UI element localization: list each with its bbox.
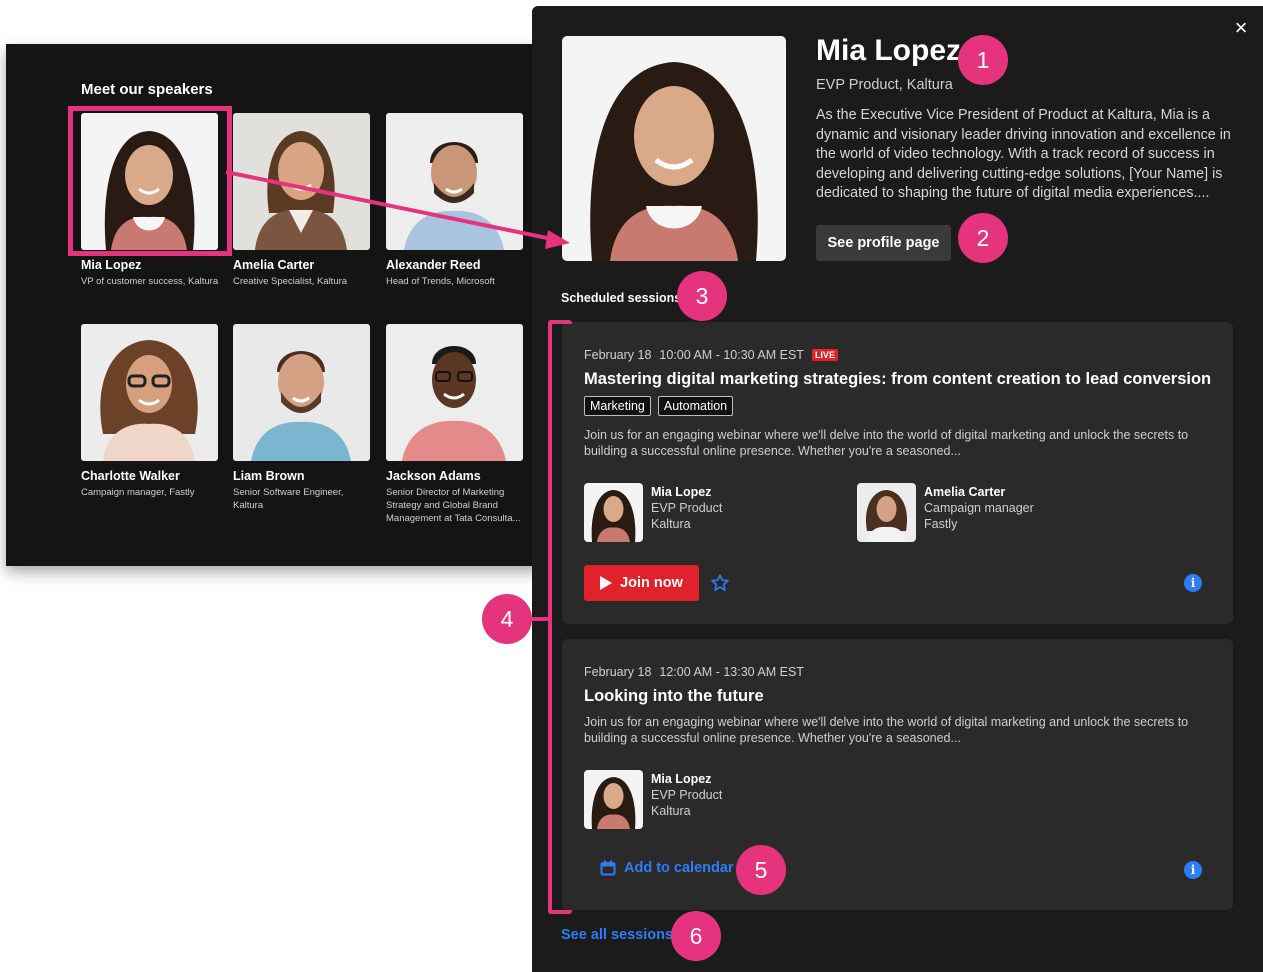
annotation-badge-5: 5 <box>736 845 786 895</box>
annotation-badge-1: 1 <box>958 35 1008 85</box>
annotation-badge-4: 4 <box>482 594 532 644</box>
pointer-arrow <box>225 170 570 249</box>
annotation-badge-2: 2 <box>958 213 1008 263</box>
annotation-badge-3: 3 <box>677 271 727 321</box>
annotation-badge-6: 6 <box>671 911 721 961</box>
sessions-bracket <box>548 320 572 914</box>
sessions-bracket-tick <box>532 617 550 621</box>
app-root: Meet our speakers Mia Lopez VP of custom… <box>0 0 1263 972</box>
